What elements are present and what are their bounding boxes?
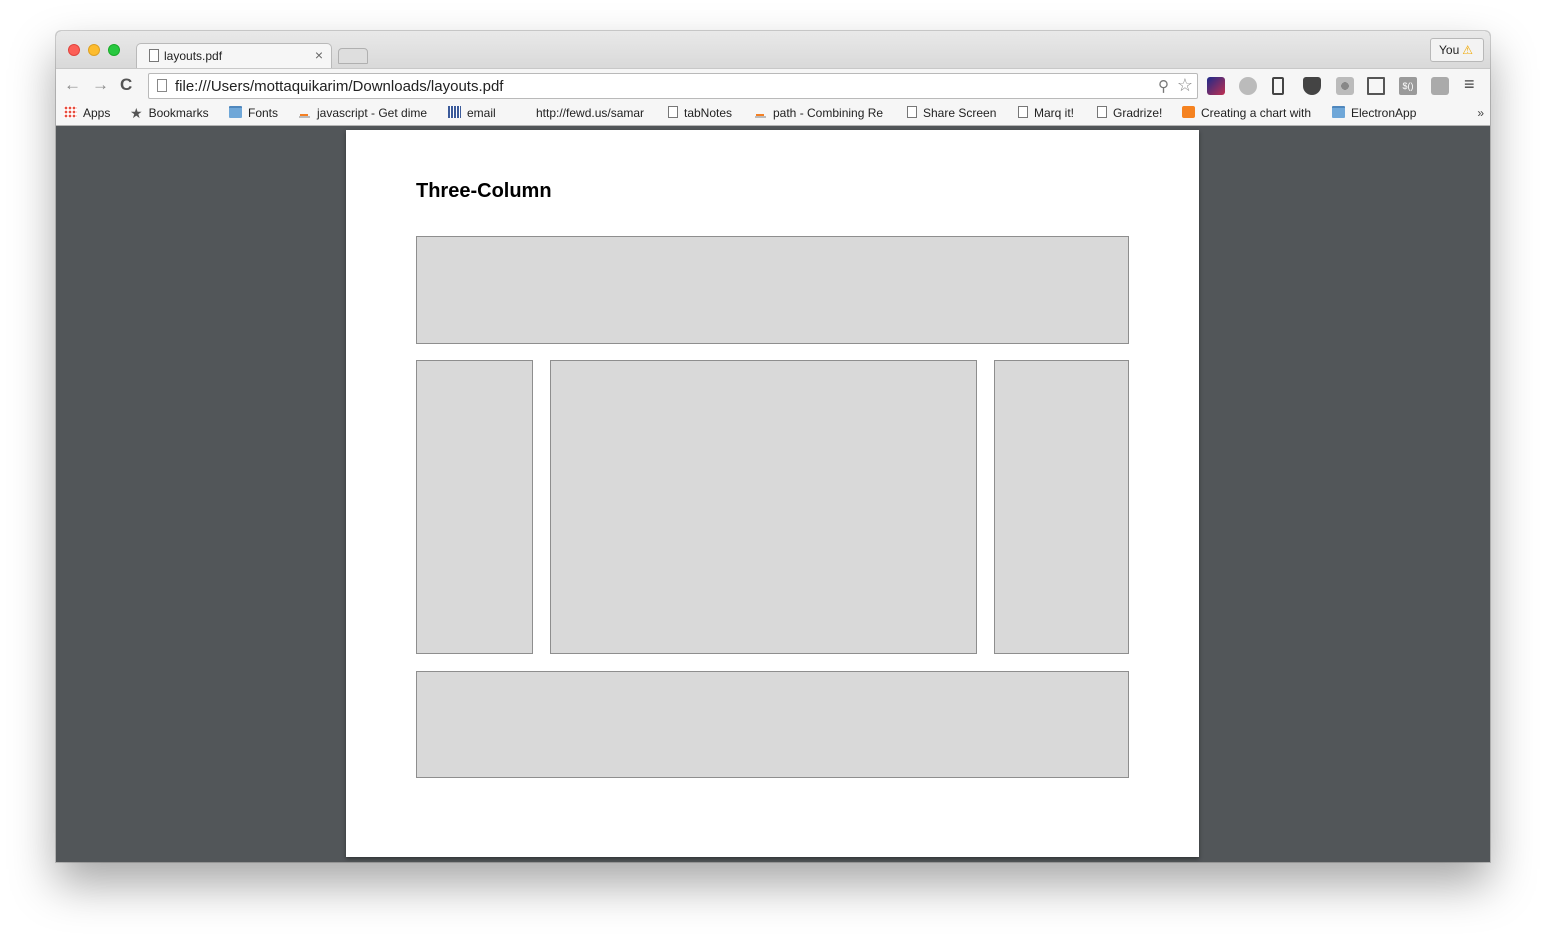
pdf-viewer[interactable]: Three-Column [56,127,1490,862]
bookmark-fewd[interactable]: http://fewd.us/samar [536,106,650,120]
bookmark-label: path - Combining Re [773,106,884,120]
bookmark-marq-it[interactable]: Marq it! [1018,106,1074,120]
bookmark-fonts[interactable]: Fonts [229,106,278,120]
jquery-icon[interactable]: $() [1399,77,1417,95]
page-icon [1018,106,1028,118]
extension-icon-1[interactable] [1207,77,1225,95]
apps-icon [64,106,77,118]
extension-icon-5[interactable] [1336,77,1354,95]
page-icon [668,106,678,118]
bookmark-email[interactable]: email [448,106,496,120]
bookmark-label: tabNotes [684,106,733,120]
page-icon [1097,106,1107,118]
bookmark-label: Creating a chart with [1201,106,1312,120]
window-minimize-button[interactable] [88,44,100,56]
bookmark-label: email [467,106,496,120]
bookmark-apps[interactable]: Apps [64,106,110,120]
cast-icon[interactable] [1367,77,1385,95]
bookmark-share-screen[interactable]: Share Screen [907,106,996,120]
tab-close-icon[interactable]: × [315,47,323,63]
bookmarks-overflow-icon[interactable]: » [1477,106,1484,120]
extension-icon-2[interactable] [1239,77,1257,95]
bookmark-label: Apps [83,106,111,120]
grid-icon [448,106,461,118]
menu-icon[interactable]: ≡ [1464,74,1475,95]
bookmark-tabnotes[interactable]: tabNotes [668,106,732,120]
page-title: Three-Column [416,180,552,202]
bookmark-creating-chart[interactable]: Creating a chart with [1182,106,1316,120]
forward-button[interactable]: → [92,75,109,95]
browser-window: layouts.pdf × You ⚠ ← → C file:///Users/m… [56,31,1490,862]
tab-strip: layouts.pdf × You ⚠ [56,31,1490,69]
bookmark-javascript[interactable]: javascript - Get dime [298,106,432,120]
page-icon [157,79,167,92]
profile-button[interactable]: You ⚠ [1430,38,1484,62]
star-icon: ★ [130,106,143,120]
stackoverflow-icon [298,106,311,118]
window-close-button[interactable] [68,44,80,56]
url-text[interactable]: file:///Users/mottaquikarim/Downloads/la… [175,78,503,95]
layout-center-column-box [550,360,977,654]
extension-icon-8[interactable] [1431,77,1449,95]
layout-right-column-box [994,360,1129,654]
document-icon [149,49,159,62]
new-tab-button[interactable] [338,48,368,64]
tab-layouts-pdf[interactable]: layouts.pdf × [136,43,332,69]
bookmark-electronapp[interactable]: ElectronApp [1332,106,1416,120]
address-bar[interactable]: file:///Users/mottaquikarim/Downloads/la… [148,73,1198,99]
extension-icon-3[interactable] [1272,77,1284,95]
bookmark-label: Share Screen [923,106,997,120]
warning-icon: ⚠ [1462,43,1474,57]
bookmark-label: Marq it! [1034,106,1075,120]
page-icon [907,106,917,118]
bookmark-label: javascript - Get dime [317,106,428,120]
bookmark-label: Gradrize! [1113,106,1163,120]
folder-icon [229,106,242,118]
bookmark-label: ElectronApp [1351,106,1417,120]
folder-icon [1332,106,1345,118]
layout-left-column-box [416,360,533,654]
rss-icon [1182,106,1195,118]
pdf-page: Three-Column [346,130,1199,857]
bookmark-label: http://fewd.us/samar [536,106,645,120]
bookmark-gradrize[interactable]: Gradrize! [1097,106,1162,120]
bookmark-star-icon[interactable]: ☆ [1177,75,1193,96]
tab-title: layouts.pdf [164,49,223,63]
reload-button[interactable]: C [120,75,132,95]
stackoverflow-icon [754,106,767,118]
back-button[interactable]: ← [64,75,81,95]
bookmark-label: Bookmarks [148,106,209,120]
bookmark-label: Fonts [248,106,279,120]
bookmarks-bar: Apps ★ Bookmarks Fonts javascript - Get d… [56,102,1490,126]
layout-header-box [416,236,1129,344]
zoom-icon[interactable]: ⚲ [1158,77,1169,95]
layout-footer-box [416,671,1129,778]
bookmark-bookmarks[interactable]: ★ Bookmarks [130,106,209,120]
window-maximize-button[interactable] [108,44,120,56]
profile-label: You [1439,43,1460,57]
pocket-icon[interactable] [1303,77,1321,95]
toolbar: ← → C file:///Users/mottaquikarim/Downlo… [56,68,1490,102]
bookmark-path[interactable]: path - Combining Re [754,106,888,120]
